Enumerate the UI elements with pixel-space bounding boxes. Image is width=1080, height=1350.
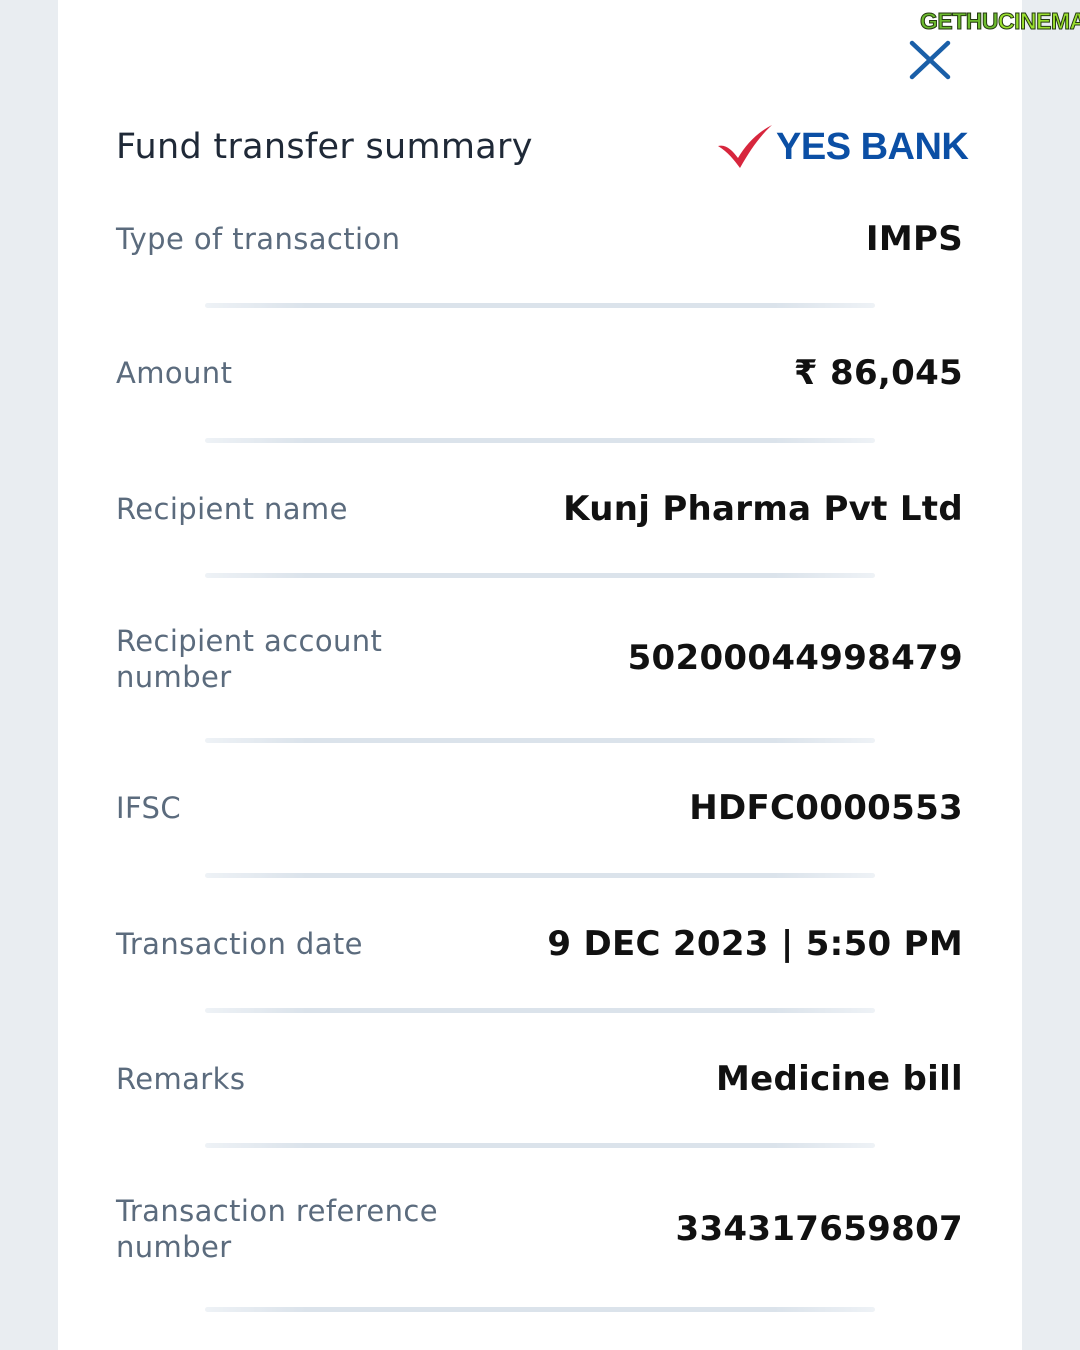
transaction-date-label: Transaction date bbox=[116, 927, 363, 961]
reference-number-value: 334317659807 bbox=[675, 1209, 963, 1249]
recipient-name-value: Kunj Pharma Pvt Ltd bbox=[563, 489, 963, 529]
watermark-part1: GETHU bbox=[920, 8, 1000, 35]
yes-bank-logo: YES BANK bbox=[716, 122, 969, 172]
amount-label: Amount bbox=[116, 356, 233, 390]
amount-value: ₹ 86,045 bbox=[793, 353, 963, 393]
watermark-logo: GETHUCINEMA bbox=[918, 2, 1080, 42]
remarks-label: Remarks bbox=[116, 1062, 246, 1096]
remarks-value: Medicine bill bbox=[716, 1059, 963, 1099]
reference-number-label: Transaction reference number bbox=[116, 1194, 438, 1264]
ifsc-label: IFSC bbox=[116, 791, 181, 825]
account-number-value: 50200044998479 bbox=[627, 638, 963, 678]
divider bbox=[205, 1307, 875, 1312]
transaction-type-value: IMPS bbox=[865, 219, 963, 259]
transaction-type-label: Type of transaction bbox=[116, 222, 401, 256]
close-button[interactable] bbox=[908, 40, 952, 80]
close-icon[interactable] bbox=[908, 40, 952, 80]
divider bbox=[205, 438, 875, 443]
page-title: Fund transfer summary bbox=[116, 127, 533, 167]
account-number-label: Recipient account number bbox=[116, 624, 383, 694]
checkmark-logo-icon bbox=[718, 125, 772, 168]
divider bbox=[205, 573, 875, 578]
recipient-name-label: Recipient name bbox=[116, 492, 348, 526]
divider bbox=[205, 303, 875, 308]
divider bbox=[205, 738, 875, 743]
divider bbox=[205, 1143, 875, 1148]
divider bbox=[205, 873, 875, 878]
watermark-part2: CINEMA bbox=[998, 8, 1080, 35]
divider bbox=[205, 1008, 875, 1013]
ifsc-value: HDFC0000553 bbox=[689, 788, 963, 828]
transaction-date-value: 9 DEC 2023 | 5:50 PM bbox=[547, 924, 963, 964]
bank-name-text: YES BANK bbox=[776, 126, 969, 168]
